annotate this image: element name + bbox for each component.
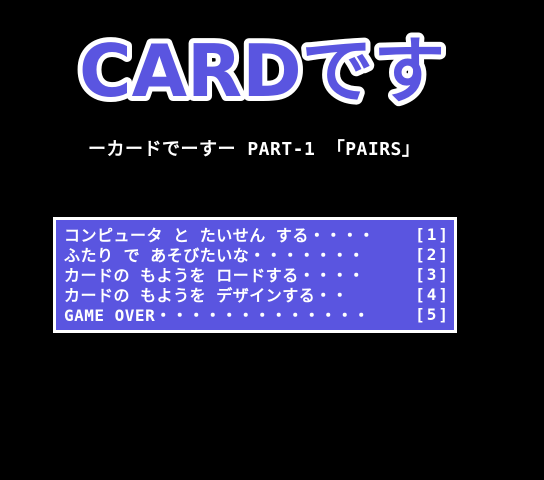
menu-item-two-players[interactable]: ふたり で あそびたいな・・・・・・・ [2] [64,244,450,266]
game-screen: CARDです CARDです ーカードでーすー PART-1 「PAIRS」 コン… [0,0,544,480]
menu-item-game-over[interactable]: GAME OVER・・・・・・・・・・・・・ [5] [64,304,450,326]
title-logo: CARDです CARDです [74,28,450,112]
menu-item-key: [4] [415,284,450,304]
menu-item-load-pattern[interactable]: カードの もようを ロードする・・・・ [3] [64,264,450,286]
menu-item-vs-computer[interactable]: コンピュータ と たいせん する・・・・ [1] [64,224,450,246]
subtitle: ーカードでーすー PART-1 「PAIRS」 [88,139,421,160]
main-menu-panel: コンピュータ と たいせん する・・・・ [1] ふたり で あそびたいな・・・… [56,220,454,330]
menu-item-label: GAME OVER・・・・・・・・・・・・・ [64,306,370,325]
main-menu: コンピュータ と たいせん する・・・・ [1] ふたり で あそびたいな・・・… [53,217,457,333]
title-logo-text: CARDです [79,29,445,112]
menu-item-design-pattern[interactable]: カードの もようを デザインする・・ [4] [64,284,450,306]
menu-item-key: [2] [415,244,450,264]
menu-item-key: [5] [415,304,450,324]
menu-item-key: [3] [415,264,450,284]
menu-item-key: [1] [415,224,450,244]
